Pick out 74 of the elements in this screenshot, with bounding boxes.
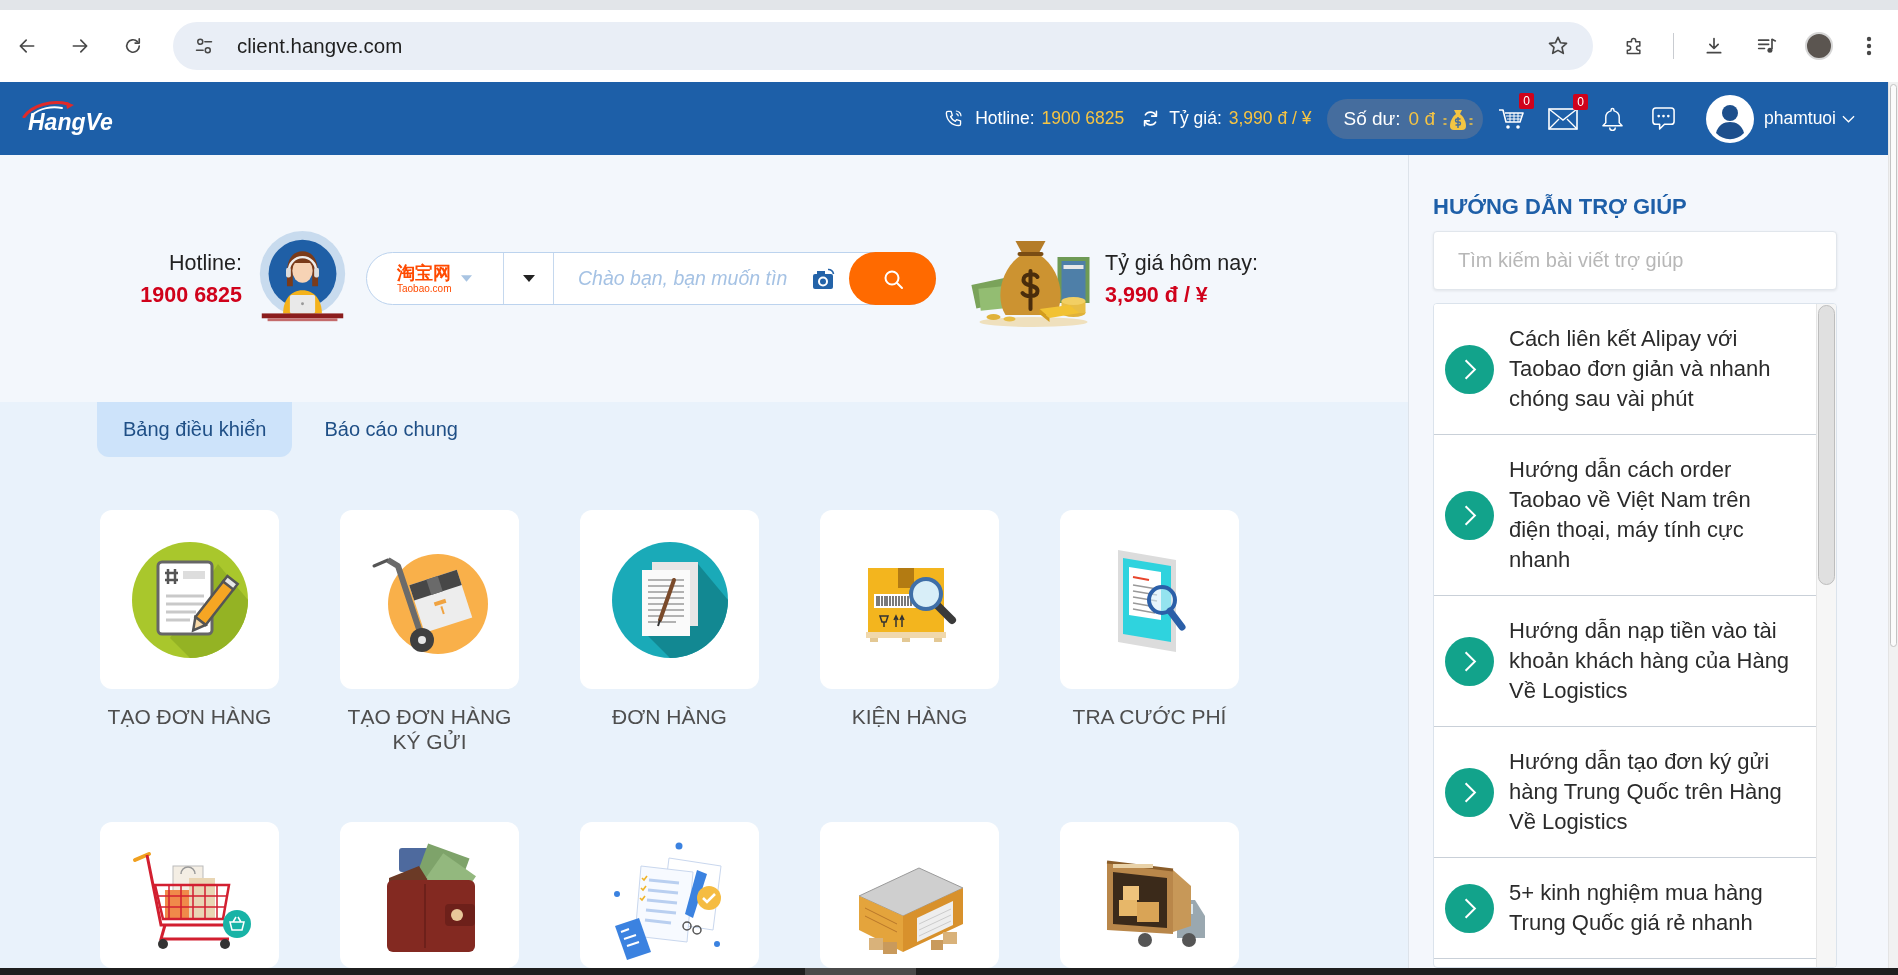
tab[interactable]: Báo cáo chung (298, 402, 484, 457)
tile-label[interactable]: TẠO ĐƠN HÀNG (100, 704, 279, 754)
tile-card[interactable] (340, 822, 519, 968)
rate-label: Tỷ giá hôm nay: (1105, 249, 1258, 277)
tile-label[interactable]: TẠO ĐƠN HÀNG KÝ GỬI (340, 704, 519, 754)
help-title: HƯỚNG DẪN TRỢ GIÚP (1433, 195, 1688, 219)
address-bar[interactable]: client.hangve.com (173, 22, 1593, 70)
balance-value: 0 đ (1408, 107, 1435, 130)
bell-icon[interactable] (1601, 106, 1624, 131)
tile-card[interactable] (100, 510, 279, 689)
rate-value: 3,990 đ / ¥ (1228, 108, 1312, 129)
reload-icon[interactable] (123, 36, 143, 56)
documents-pen-icon (609, 539, 730, 660)
menu-icon[interactable] (1866, 36, 1872, 56)
site-settings-icon[interactable] (194, 36, 214, 56)
camera-icon[interactable] (812, 267, 835, 290)
chevron-circle-icon[interactable] (1445, 636, 1494, 686)
rate-value: 3,990 đ / ¥ (1105, 281, 1209, 309)
search-button[interactable] (849, 252, 936, 305)
tile-label[interactable]: ĐƠN HÀNG (580, 704, 759, 754)
tile-card[interactable] (820, 822, 999, 968)
caret-icon (461, 275, 473, 282)
star-icon[interactable] (1547, 35, 1569, 57)
scrollbar-thumb[interactable] (1818, 305, 1835, 585)
chevron-circle-icon[interactable] (1445, 883, 1494, 933)
media-list-icon[interactable] (1757, 36, 1777, 56)
store-logo-text: 淘宝网 (397, 263, 452, 283)
hotline-label: Hotline: (168, 249, 242, 277)
scrollbar-thumb[interactable] (1890, 84, 1897, 647)
tile-label[interactable]: KIỆN HÀNG (820, 704, 999, 754)
tile-card[interactable] (340, 510, 519, 689)
avatar-icon[interactable] (1706, 94, 1754, 143)
back-arrow-icon[interactable] (17, 36, 37, 56)
article-title[interactable]: Hướng dẫn nạp tiền vào tài khoản khách hàng của Hàng Về Logistics (1509, 616, 1796, 706)
balance-pill[interactable]: Số dư: 0 đ (1327, 98, 1483, 139)
hotline-number: 1900 6825 (1041, 108, 1125, 129)
tab[interactable]: Bảng điều khiển (97, 402, 293, 457)
store-domain: Taobao.com (397, 283, 452, 294)
hotline-label: Hotline: (975, 108, 1035, 129)
note-pencil-icon (129, 539, 250, 660)
balance-label: Số dư: (1343, 107, 1401, 130)
chat-icon[interactable] (1651, 106, 1676, 131)
help-article-item[interactable]: Cách liên kết Alipay với Taobao đơn giản và nhanh chóng sau vài phút (1434, 304, 1816, 435)
tile-card[interactable] (1060, 822, 1239, 968)
article-title[interactable]: Hướng dẫn cách order Taobao về Việt Nam trên điện thoại, máy tính cực nhanh (1509, 455, 1796, 575)
search-field[interactable]: Chào bạn, bạn muốn tìn (554, 253, 806, 304)
hotline-number: 1900 6825 (139, 281, 242, 309)
tile-label[interactable]: TRA CƯỚC PHÍ (1060, 704, 1239, 754)
count-badge: 0 (1519, 93, 1534, 109)
profile-avatar[interactable] (1805, 32, 1833, 60)
article-title[interactable]: Hướng dẫn tạo đơn ký gửi hàng Trung Quốc trên Hàng Về Logistics (1509, 747, 1796, 837)
cart-icon[interactable] (1498, 107, 1524, 130)
download-icon[interactable] (1704, 36, 1724, 56)
count-badge: 0 (1573, 93, 1588, 110)
tile-card[interactable] (820, 510, 999, 689)
mail-icon[interactable] (1548, 107, 1578, 130)
chevron-down-icon[interactable] (1842, 114, 1855, 123)
caret-icon (522, 275, 535, 282)
rate-label: Tỷ giá: (1169, 108, 1222, 129)
forward-arrow-icon[interactable] (70, 36, 90, 56)
tile-card[interactable] (580, 822, 759, 968)
chevron-circle-icon[interactable] (1445, 490, 1494, 540)
puzzle-icon[interactable] (1624, 36, 1644, 56)
tile-card[interactable] (580, 510, 759, 689)
article-title[interactable]: 5+ kinh nghiệm mua hàng Trung Quốc giá rẻ nhanh (1509, 878, 1796, 938)
search-field[interactable]: Tìm kiếm bài viết trợ giúp (1433, 231, 1837, 290)
username[interactable]: phamtuoi (1764, 108, 1836, 129)
chevron-circle-icon[interactable] (1445, 344, 1494, 394)
tile-card[interactable] (1060, 510, 1239, 689)
site-logo[interactable]: HangVe (22, 99, 117, 138)
article-title[interactable]: Cách liên kết Alipay với Taobao đơn giản và nhanh chóng sau vài phút (1509, 324, 1796, 414)
tile-card[interactable] (100, 822, 279, 968)
chevron-circle-icon[interactable] (1445, 767, 1494, 817)
phone-icon (944, 109, 964, 128)
